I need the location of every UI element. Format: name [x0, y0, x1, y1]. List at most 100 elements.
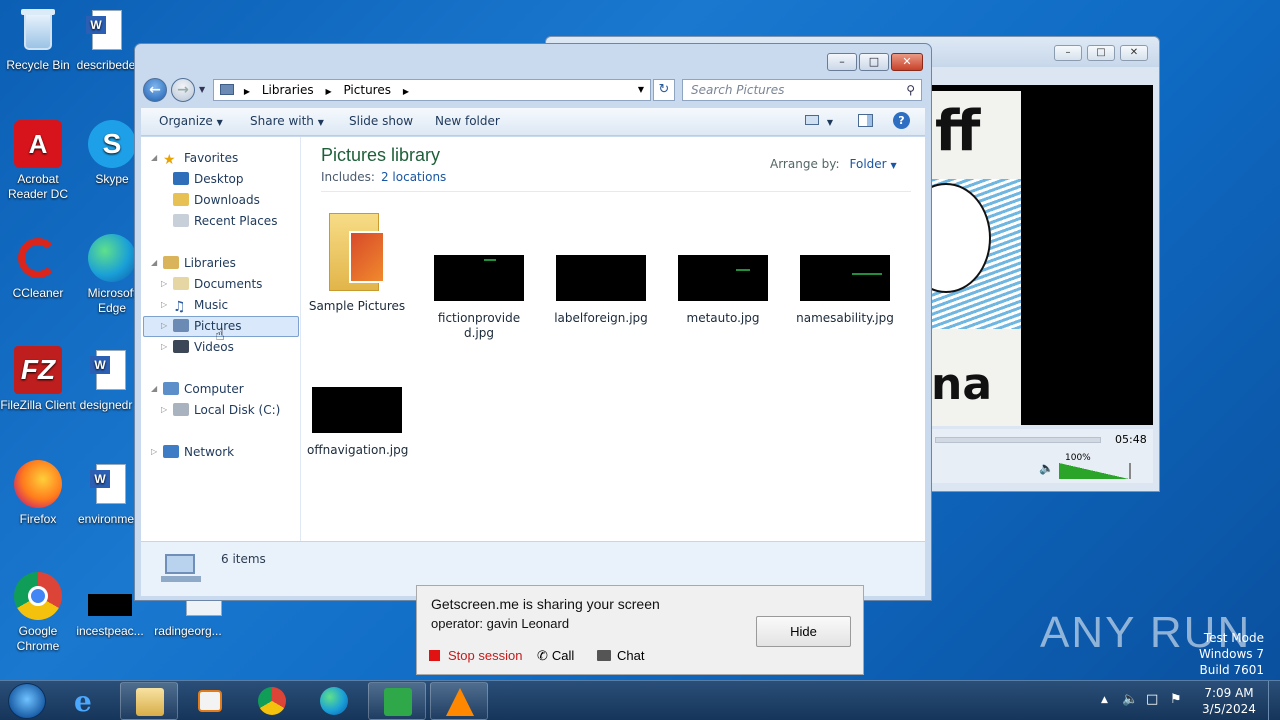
expand-arrow-icon[interactable]: ▷	[161, 316, 167, 336]
volume-slider[interactable]	[1059, 463, 1131, 479]
breadcrumb-libraries[interactable]: Libraries	[262, 83, 314, 97]
nav-local-disk[interactable]: ▷ Local Disk (C:)	[161, 400, 280, 420]
start-button[interactable]	[8, 683, 46, 719]
desktop-icon-acrobat[interactable]: A Acrobat Reader DC	[0, 120, 76, 202]
file-item[interactable]: Sample Pictures	[307, 203, 407, 314]
expand-arrow-icon[interactable]: ◢	[151, 379, 157, 399]
ie-taskbar-button[interactable]: e	[66, 682, 110, 720]
hide-button[interactable]: Hide	[756, 616, 851, 647]
share-operator: operator: gavin Leonard	[431, 616, 570, 631]
explorer-body: ◢ ★ Favorites Desktop Downloads Recent Pla…	[141, 137, 925, 541]
desktop-icon-chrome[interactable]: Google Chrome	[0, 572, 76, 654]
command-bar: Organize ▼ Share with ▼ Slide show New f…	[141, 108, 925, 136]
getscreen-taskbar-button[interactable]	[368, 682, 426, 720]
nav-music[interactable]: ▷ ♫ Music	[161, 295, 228, 315]
media-video-area[interactable]: ff na	[931, 85, 1153, 426]
address-dropdown-icon[interactable]: ▼	[638, 80, 644, 100]
edge-taskbar-button[interactable]	[306, 682, 362, 720]
expand-arrow-icon[interactable]: ▷	[161, 295, 167, 315]
file-item[interactable]: offnavigation.jpg	[307, 387, 408, 458]
seek-bar[interactable]	[935, 437, 1101, 443]
slide-show-button[interactable]: Slide show	[349, 114, 413, 128]
vlc-taskbar-button[interactable]	[430, 682, 488, 720]
nav-network[interactable]: ▷ Network	[151, 442, 234, 462]
chrome-taskbar-button[interactable]	[244, 682, 300, 720]
desktop-icon-label: environme	[77, 512, 135, 526]
expand-arrow-icon[interactable]: ▷	[161, 274, 167, 294]
clock-time: 7:09 AM	[1204, 686, 1254, 700]
expand-arrow-icon[interactable]: ◢	[151, 148, 157, 168]
explorer-window[interactable]: – □ ✕ ← → ▼ ▶ Libraries ▶ Pictures ▶ ▼ ↻…	[134, 43, 932, 601]
recycle-bin-icon	[14, 6, 62, 54]
call-label: Call	[551, 648, 575, 663]
recent-pages-dropdown[interactable]: ▼	[199, 85, 205, 94]
nav-documents[interactable]: ▷ Documents	[161, 274, 262, 294]
arrange-dropdown[interactable]: Folder ▼	[850, 157, 897, 171]
desktop-icon-word-doc[interactable]: W environme	[68, 460, 144, 527]
expand-arrow-icon[interactable]: ▷	[151, 442, 157, 462]
close-button[interactable]: ✕	[891, 53, 923, 71]
locations-link[interactable]: 2 locations	[381, 170, 446, 184]
search-input[interactable]: Search Pictures ⚲	[682, 79, 922, 101]
nav-recent-places[interactable]: Recent Places	[173, 211, 277, 231]
desktop-icon-ccleaner[interactable]: CCleaner	[0, 234, 76, 301]
show-desktop-button[interactable]	[1268, 681, 1280, 720]
expand-arrow-icon[interactable]: ◢	[151, 253, 157, 273]
expand-arrow-icon[interactable]: ▷	[161, 337, 167, 357]
network-icon[interactable]: □	[1146, 692, 1158, 707]
close-button[interactable]: ✕	[1120, 45, 1148, 61]
nav-favorites[interactable]: ◢ ★ Favorites	[151, 148, 238, 168]
chat-button[interactable]: Chat	[597, 648, 644, 663]
desktop-icon-firefox[interactable]: Firefox	[0, 460, 76, 527]
nav-desktop[interactable]: Desktop	[173, 169, 244, 189]
preview-pane-button[interactable]	[858, 114, 873, 130]
organize-label: Organize	[159, 114, 213, 128]
forward-button[interactable]: →	[171, 78, 195, 102]
nav-pictures[interactable]: ▷ Pictures	[161, 316, 242, 336]
share-with-button[interactable]: Share with ▼	[250, 114, 324, 128]
desktop-icon-recycle-bin[interactable]: Recycle Bin	[0, 6, 76, 73]
word-doc-icon: W	[82, 6, 130, 54]
maximize-button[interactable]: □	[859, 53, 889, 71]
breadcrumb-separator-icon[interactable]: ▶	[325, 87, 331, 96]
file-item[interactable]: labelforeign.jpg	[551, 255, 651, 326]
desktop-icon-word-doc[interactable]: W designedr	[68, 346, 144, 413]
action-center-flag-icon[interactable]: ⚑	[1170, 692, 1182, 707]
back-button[interactable]: ←	[143, 78, 167, 102]
explorer-taskbar-button[interactable]	[120, 682, 178, 720]
media-time: 05:48	[1115, 433, 1147, 446]
organize-button[interactable]: Organize ▼	[159, 114, 223, 128]
desktop-icon-filezilla[interactable]: FZ FileZilla Client	[0, 346, 76, 413]
stop-session-button[interactable]: Stop session	[429, 648, 522, 663]
view-options-button[interactable]: ▼	[805, 114, 833, 128]
file-name: Sample Pictures	[308, 299, 406, 313]
minimize-button[interactable]: –	[827, 53, 857, 71]
file-item[interactable]: fictionprovided.jpg	[429, 255, 529, 341]
media-player-taskbar-button[interactable]	[182, 682, 238, 720]
file-item[interactable]: namesability.jpg	[795, 255, 895, 326]
maximize-button[interactable]: □	[1087, 45, 1115, 61]
nav-computer[interactable]: ◢ Computer	[151, 379, 244, 399]
volume-icon[interactable]: 🔈	[1122, 692, 1138, 707]
show-hidden-icons-button[interactable]: ▲	[1101, 695, 1108, 705]
breadcrumb-separator-icon[interactable]: ▶	[403, 87, 409, 96]
search-icon[interactable]: ⚲	[906, 80, 915, 100]
help-button[interactable]: ?	[893, 112, 910, 129]
file-item[interactable]: metauto.jpg	[673, 255, 773, 326]
expand-arrow-icon[interactable]: ▷	[161, 400, 167, 420]
breadcrumb-separator-icon[interactable]: ▶	[244, 87, 250, 96]
nav-libraries[interactable]: ◢ Libraries	[151, 253, 236, 273]
desktop-icon-word-doc[interactable]: W describede	[68, 6, 144, 73]
minimize-button[interactable]: –	[1054, 45, 1082, 61]
new-folder-button[interactable]: New folder	[435, 114, 500, 128]
breadcrumb-pictures[interactable]: Pictures	[343, 83, 391, 97]
volume-icon[interactable]: 🔈	[1039, 461, 1054, 475]
address-bar[interactable]: ▶ Libraries ▶ Pictures ▶ ▼	[213, 79, 651, 101]
image-thumbnail	[312, 387, 402, 433]
file-name: fictionprovided.jpg	[437, 311, 521, 340]
explorer-titlebar[interactable]: – □ ✕	[135, 44, 931, 74]
nav-downloads[interactable]: Downloads	[173, 190, 260, 210]
call-button[interactable]: ✆ Call	[537, 648, 574, 664]
taskbar-clock[interactable]: 7:09 AM 3/5/2024	[1197, 685, 1261, 717]
refresh-button[interactable]: ↻	[653, 79, 675, 101]
